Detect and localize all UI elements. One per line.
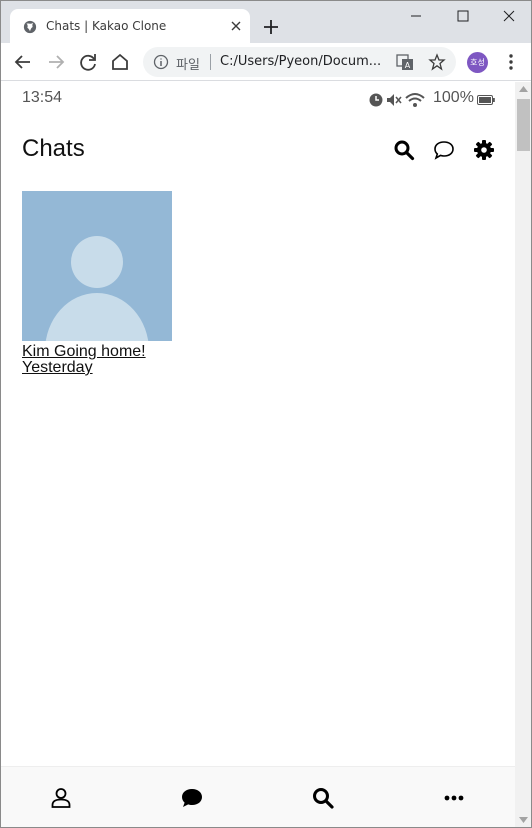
url-text[interactable]: C:/Users/Pyeon/Docum... bbox=[220, 54, 390, 69]
forward-arrow-icon[interactable] bbox=[45, 51, 67, 73]
user-silhouette-icon bbox=[22, 191, 172, 341]
tab-title: Chats | Kakao Clone bbox=[46, 19, 167, 33]
scroll-thumb[interactable] bbox=[517, 99, 530, 151]
wifi-icon bbox=[405, 93, 425, 107]
browser-tab[interactable]: Chats | Kakao Clone bbox=[10, 9, 250, 43]
browser-toolbar: 파일 C:/Users/Pyeon/Docum... A bbox=[1, 43, 531, 81]
star-icon[interactable] bbox=[428, 53, 446, 71]
scroll-down-arrow-icon[interactable] bbox=[519, 817, 528, 823]
maximize-icon[interactable] bbox=[448, 5, 478, 29]
status-time: 13:54 bbox=[22, 89, 63, 106]
chat-list-item[interactable]: Kim Going home! Yesterday bbox=[22, 191, 222, 381]
chat-timestamp: Yesterday bbox=[22, 359, 93, 376]
profile-avatar[interactable]: 호성 bbox=[467, 52, 488, 73]
person-icon[interactable] bbox=[49, 786, 73, 810]
chat-bubble-filled-icon[interactable] bbox=[180, 786, 204, 810]
reload-icon[interactable] bbox=[77, 51, 99, 73]
home-icon[interactable] bbox=[109, 51, 131, 73]
alarm-icon bbox=[369, 93, 383, 107]
search-icon[interactable] bbox=[393, 139, 415, 161]
svg-text:A: A bbox=[405, 61, 411, 70]
mute-icon bbox=[387, 94, 402, 106]
url-scheme: 파일 bbox=[176, 58, 200, 73]
gear-icon[interactable] bbox=[473, 139, 495, 161]
scroll-up-arrow-icon[interactable] bbox=[519, 86, 528, 92]
avatar bbox=[22, 191, 172, 341]
plus-icon[interactable] bbox=[261, 17, 281, 37]
address-bar[interactable]: 파일 C:/Users/Pyeon/Docum... A bbox=[143, 47, 456, 77]
back-arrow-icon[interactable] bbox=[12, 51, 34, 73]
translate-icon[interactable]: A bbox=[396, 53, 414, 71]
globe-icon bbox=[23, 20, 37, 34]
page-viewport: 13:54 100% Chats Kim Going home! Yesterd… bbox=[1, 82, 515, 827]
info-icon[interactable] bbox=[153, 54, 169, 70]
minimize-icon[interactable] bbox=[401, 5, 431, 29]
page-title: Chats bbox=[22, 135, 85, 162]
search-icon[interactable] bbox=[311, 786, 335, 810]
status-bar: 13:54 100% bbox=[1, 82, 515, 118]
more-dots-icon[interactable] bbox=[442, 786, 466, 810]
battery-percent: 100% bbox=[433, 89, 474, 106]
status-icons bbox=[369, 93, 425, 107]
chat-bubble-icon[interactable] bbox=[433, 139, 455, 161]
battery-icon bbox=[477, 95, 495, 105]
chats-header: Chats bbox=[1, 127, 515, 171]
close-icon[interactable] bbox=[228, 18, 244, 34]
browser-window: Chats | Kakao Clone 파일 C:/Users/Pyeon/Do… bbox=[0, 0, 532, 828]
vertical-scrollbar[interactable] bbox=[515, 82, 531, 827]
tab-strip: Chats | Kakao Clone bbox=[1, 1, 531, 43]
bottom-tab-bar bbox=[1, 766, 515, 827]
close-window-icon[interactable] bbox=[494, 5, 524, 29]
omnibox-divider bbox=[210, 54, 211, 70]
menu-dots-icon[interactable] bbox=[501, 51, 521, 73]
